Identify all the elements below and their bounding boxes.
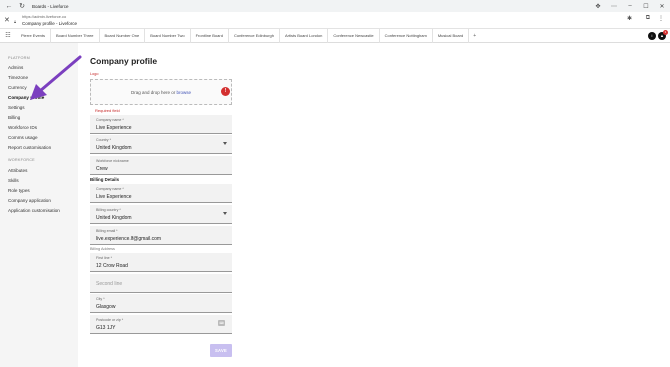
postcode-field[interactable]: Postcode or zip * G13 1JY ⌨ (90, 315, 232, 334)
second-line-field[interactable]: Second line (90, 274, 232, 293)
reload-icon[interactable]: ↻ (18, 2, 26, 10)
dropzone-text: Drag and drop here or (130, 90, 177, 95)
sidebar-item-settings[interactable]: Settings (8, 105, 25, 110)
board-tab[interactable]: Conference Edinburgh (229, 28, 280, 43)
sidebar-item-skills[interactable]: Skills (8, 178, 19, 183)
billing-email-field[interactable]: Billing email * live.experience.lf@gmail… (90, 226, 232, 245)
minimize-icon[interactable]: – (622, 3, 638, 9)
board-tab[interactable]: Board Number Two (145, 28, 191, 43)
page-title-text: Company profile - Liveforce (22, 21, 78, 26)
logo-dropzone[interactable]: Drag and drop here or browse (90, 79, 232, 105)
city-field[interactable]: City * Glasgow (90, 294, 232, 313)
sidebar-item-timezone[interactable]: Timezone (8, 75, 28, 80)
company-name-value: Live Experience (96, 124, 132, 131)
boards-bar: ☷ Pierre Events Board Number Three Board… (0, 28, 670, 43)
required-field-message: Required field (95, 108, 120, 113)
billing-country-value: United Kingdom (96, 214, 132, 221)
sidebar-item-role-types[interactable]: Role types (8, 188, 30, 193)
billing-company-label: Company name * (96, 187, 124, 191)
more-icon[interactable]: ⋯ (606, 3, 622, 10)
board-tab[interactable]: Musical Board (433, 28, 470, 43)
kebab-menu-icon[interactable]: ⋮ (658, 15, 664, 22)
main-content: Company profile Logo Drag and drop here … (78, 43, 670, 367)
postcode-value: G13 1JY (96, 324, 116, 331)
board-tab[interactable]: Artists Board London (280, 28, 329, 43)
sidebar-heading-workforce: WORKFORCE (8, 158, 35, 162)
browse-link[interactable]: browse (177, 90, 192, 95)
billing-country-label: Billing country * (96, 208, 121, 212)
board-tab[interactable]: Board Number One (100, 28, 146, 43)
postcode-label: Postcode or zip * (96, 318, 124, 322)
country-select[interactable]: Country * United Kingdom (90, 135, 232, 154)
workforce-nickname-field[interactable]: Workforce nickname Crew (90, 156, 232, 175)
address-bar: ✕ 🔒︎ https://admin.liveforce.co Company … (0, 12, 670, 29)
country-value: United Kingdom (96, 144, 132, 151)
keyboard-icon[interactable]: ⌨ (218, 320, 225, 326)
sidebar-item-billing[interactable]: Billing (8, 115, 20, 120)
sidebar-item-comms-usage[interactable]: Comms usage (8, 135, 38, 140)
window-controls: ✥ ⋯ – ☐ ✕ (590, 0, 670, 12)
close-window-icon[interactable]: ✕ (654, 3, 670, 10)
sidebar-item-application-customisation[interactable]: Application customisation (8, 208, 60, 213)
board-tab[interactable]: Pierre Events (16, 28, 52, 43)
company-name-label: Company name * (96, 118, 124, 122)
city-value: Glasgow (96, 303, 116, 310)
extensions-icon[interactable]: ✥ (590, 3, 606, 10)
billing-email-label: Billing email * (96, 229, 118, 233)
page-title: Company profile (90, 56, 158, 66)
sidebar: PLATFORM Admins Timezone Currency Compan… (0, 43, 78, 367)
lock-icon[interactable]: 🔒︎ (14, 19, 16, 24)
billing-address-label: Billing Address (90, 247, 115, 251)
close-icon[interactable]: ✕ (4, 16, 10, 24)
error-icon: ! (221, 87, 230, 96)
billing-company-value: Live Experience (96, 193, 132, 200)
city-label: City * (96, 297, 105, 301)
billing-country-select[interactable]: Billing country * United Kingdom (90, 205, 232, 224)
chevron-down-icon (223, 212, 227, 215)
sidebar-item-currency[interactable]: Currency (8, 85, 27, 90)
url-text[interactable]: https://admin.liveforce.co (22, 14, 66, 19)
avatar[interactable]: ▲ 1 (658, 30, 668, 40)
first-line-label: First line * (96, 256, 112, 260)
notification-badge: 1 (663, 30, 668, 35)
sidebar-item-workforce-ids[interactable]: Workforce IDs (8, 125, 37, 130)
chevron-down-icon (223, 142, 227, 145)
board-tab[interactable]: Frontline Board (191, 28, 229, 43)
first-line-value: 12 Crow Road (96, 262, 128, 269)
board-tab[interactable]: Conference Nottingham (380, 28, 433, 43)
nickname-value: Crew (96, 165, 108, 172)
sidebar-heading-platform: PLATFORM (8, 56, 30, 60)
puzzle-icon[interactable]: ✱ (627, 15, 632, 22)
second-line-placeholder: Second line (96, 281, 123, 287)
back-icon[interactable]: ← (5, 3, 13, 10)
header-icons: i ▲ 1 (648, 30, 668, 40)
billing-email-value: live.experience.lf@gmail.com (96, 235, 162, 242)
nickname-label: Workforce nickname (96, 159, 129, 163)
company-name-field[interactable]: Company name * Live Experience (90, 115, 232, 134)
sidebar-item-report-customisation[interactable]: Report customisation (8, 145, 51, 150)
country-label: Country * (96, 138, 111, 142)
add-board-icon[interactable]: + (469, 33, 476, 39)
info-icon[interactable]: i (648, 32, 656, 40)
tab-switcher-icon[interactable]: ⧉ (646, 15, 650, 22)
first-line-field[interactable]: First line * 12 Crow Road (90, 253, 232, 272)
sidebar-item-admins[interactable]: Admins (8, 65, 23, 70)
sidebar-item-attributes[interactable]: Attributes (8, 168, 27, 173)
browser-titlebar: ← ↻ Boards - Liveforce ✥ ⋯ – ☐ ✕ (0, 0, 670, 12)
browser-tab-title[interactable]: Boards - Liveforce (32, 4, 69, 9)
sidebar-item-company-profile[interactable]: Company profile (8, 95, 44, 100)
save-button[interactable]: SAVE (210, 344, 232, 357)
board-tab[interactable]: Conference Newcastle (328, 28, 380, 43)
billing-details-heading: Billing Details (90, 177, 120, 182)
billing-company-name-field[interactable]: Company name * Live Experience (90, 184, 232, 203)
logo-label: Logo (90, 72, 99, 76)
maximize-icon[interactable]: ☐ (638, 3, 654, 10)
board-tab[interactable]: Board Number Three (51, 28, 100, 43)
sidebar-item-company-application[interactable]: Company application (8, 198, 51, 203)
apps-grid-icon[interactable]: ☷ (0, 32, 16, 39)
